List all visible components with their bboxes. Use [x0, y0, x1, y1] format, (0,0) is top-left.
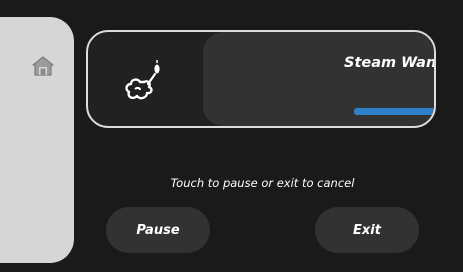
sidebar [0, 17, 74, 263]
pause-button[interactable]: Pause [106, 207, 210, 253]
home-icon[interactable] [31, 55, 55, 77]
task-card: Steam Wand Cleaning [86, 30, 436, 128]
task-title: Steam Wand Cleaning [344, 55, 436, 71]
steam-wand-icon [125, 60, 160, 100]
instruction-text: Touch to pause or exit to cancel [170, 176, 355, 190]
progress-fill [354, 108, 434, 115]
progress-bar [354, 108, 434, 115]
screen: Steam Wand Cleaning Touch to pause or ex… [0, 0, 463, 272]
exit-button[interactable]: Exit [315, 207, 419, 253]
task-info-panel: Steam Wand Cleaning [203, 32, 434, 126]
